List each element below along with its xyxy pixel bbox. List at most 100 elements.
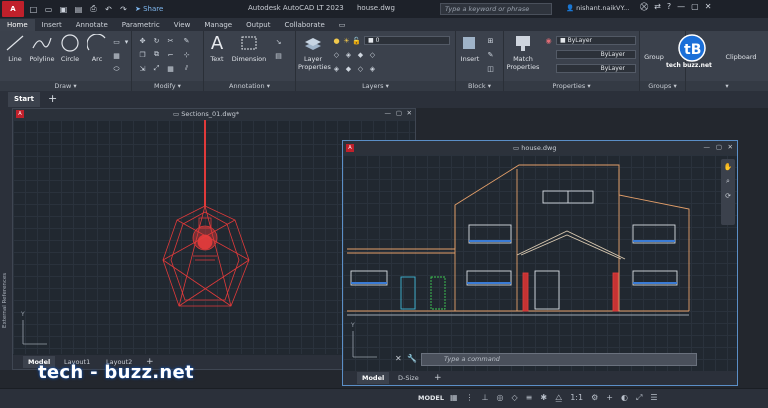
zoom-icon[interactable]: ⌕	[721, 177, 735, 186]
tab-home[interactable]: Home	[0, 19, 35, 31]
undo-icon[interactable]: ↶	[103, 4, 114, 15]
layer-tool-5-icon[interactable]: ◈	[332, 64, 341, 73]
right-restore-icon[interactable]: ▢	[716, 143, 722, 151]
rectangle-icon[interactable]: ▭	[112, 37, 121, 46]
plus-icon[interactable]: +	[606, 393, 613, 403]
move-icon[interactable]: ✥	[138, 36, 147, 45]
ortho-icon[interactable]: ⊥	[482, 393, 489, 403]
copy-icon[interactable]: ❐	[138, 50, 147, 59]
hatch-icon[interactable]: ▦	[112, 51, 121, 60]
color-wheel-icon[interactable]: ◉	[544, 36, 553, 45]
right-tab-model[interactable]: Model	[357, 372, 390, 384]
right-tab-dsize[interactable]: D-Size	[393, 372, 424, 384]
maximize-icon[interactable]: ▢	[691, 2, 699, 12]
right-minimize-icon[interactable]: —	[704, 143, 711, 151]
osnap-icon[interactable]: ◇	[512, 393, 518, 403]
erase-icon[interactable]: ✎	[182, 36, 191, 45]
ellipse-icon[interactable]: ⬭	[112, 65, 121, 74]
print-icon[interactable]: ⎙	[88, 4, 99, 15]
new-icon[interactable]: □	[28, 4, 39, 15]
save-as-icon[interactable]: ▤	[73, 4, 84, 15]
fillet-icon[interactable]: ⌐	[166, 50, 175, 59]
annotation-scale-icon[interactable]: ⧋	[555, 393, 562, 403]
polar-icon[interactable]: ◎	[497, 393, 504, 403]
tab-collaborate[interactable]: Collaborate	[277, 19, 331, 31]
lineweight-icon[interactable]: ≡	[526, 393, 533, 403]
array-icon[interactable]: ▦	[166, 64, 175, 73]
left-minimize-icon[interactable]: —	[385, 109, 392, 117]
trim-icon[interactable]: ✂	[166, 36, 175, 45]
new-tab-icon[interactable]: +	[48, 92, 57, 105]
explode-icon[interactable]: ⊹	[182, 50, 191, 59]
command-input[interactable]: Type a command	[421, 353, 697, 366]
tab-output[interactable]: Output	[239, 19, 277, 31]
clipboard-panel-label[interactable]: ▾	[686, 81, 768, 91]
layer-tool-7-icon[interactable]: ◇	[356, 64, 365, 73]
rotate-icon[interactable]: ↻	[152, 36, 161, 45]
circle-button[interactable]: Circle	[58, 33, 82, 63]
exchange-icon[interactable]: ⇄	[654, 2, 661, 12]
create-block-icon[interactable]: ⊞	[486, 36, 495, 45]
layer-tool-6-icon[interactable]: ◆	[344, 64, 353, 73]
layer-tool-3-icon[interactable]: ◆	[356, 50, 365, 59]
match-properties-button[interactable]: Match Properties	[506, 33, 540, 71]
open-icon[interactable]: ▭	[43, 4, 54, 15]
grid-icon[interactable]: ▦	[450, 393, 458, 403]
settings-icon[interactable]: ⚙	[591, 393, 598, 403]
menu-icon[interactable]: ☰	[650, 393, 657, 403]
fullscreen-icon[interactable]: ⤢	[636, 393, 642, 403]
save-icon[interactable]: ▣	[58, 4, 69, 15]
tab-annotate[interactable]: Annotate	[69, 19, 115, 31]
text-button[interactable]: A Text	[206, 33, 228, 64]
help-icon[interactable]: ?	[667, 2, 671, 12]
groups-panel-label[interactable]: Groups ▾	[640, 81, 685, 91]
lineweight-dropdown[interactable]: ByLayer	[556, 50, 636, 59]
block-attribute-icon[interactable]: ◫	[486, 64, 495, 73]
layer-lock-icon[interactable]: 🔓	[352, 36, 361, 45]
tab-insert[interactable]: Insert	[35, 19, 69, 31]
tab-start[interactable]: Start	[8, 92, 40, 107]
search-input[interactable]: Type a keyword or phrase	[440, 3, 552, 15]
layers-panel-label[interactable]: Layers ▾	[296, 81, 455, 91]
layer-properties-button[interactable]: Layer Properties	[298, 33, 331, 71]
layer-tool-1-icon[interactable]: ◇	[332, 50, 341, 59]
tab-manage[interactable]: Manage	[197, 19, 239, 31]
table-icon[interactable]: ▤	[274, 51, 283, 60]
layer-on-icon[interactable]: ●	[332, 36, 341, 45]
annotation-panel-label[interactable]: Annotation ▾	[204, 81, 295, 91]
external-references-strip[interactable]: External References	[0, 108, 12, 370]
modify-panel-label[interactable]: Modify ▾	[132, 81, 203, 91]
block-panel-label[interactable]: Block ▾	[456, 81, 503, 91]
close-command-icon[interactable]: ✕	[395, 354, 402, 363]
mirror-icon[interactable]: ⧉	[152, 50, 161, 59]
tab-view[interactable]: View	[167, 19, 198, 31]
house-drawing-window[interactable]: A ▭ house.dwg — ▢ ✕ Y ✋ ⌕ ⟳ ✕ 🔧 Type a c…	[342, 140, 738, 386]
model-space-button[interactable]: MODEL	[418, 394, 444, 402]
leader-icon[interactable]: ↘	[274, 37, 283, 46]
dimension-button[interactable]: Dimension	[230, 33, 268, 63]
draw-more-icon[interactable]: ▾	[122, 37, 131, 46]
layer-freeze-icon[interactable]: ☀	[342, 36, 351, 45]
annotation-visibility-icon[interactable]: ✱	[540, 393, 547, 403]
tab-parametric[interactable]: Parametric	[115, 19, 167, 31]
right-add-layout-icon[interactable]: +	[429, 372, 447, 384]
line-button[interactable]: Line	[4, 33, 26, 63]
group-button[interactable]: Group	[642, 53, 666, 61]
navigation-bar[interactable]: ✋ ⌕ ⟳	[721, 159, 735, 225]
properties-panel-label[interactable]: Properties ▾	[504, 81, 639, 91]
customize-icon[interactable]: 🔧	[407, 354, 417, 363]
right-close-icon[interactable]: ✕	[728, 143, 733, 151]
minimize-icon[interactable]: —	[677, 2, 685, 12]
draw-panel-label[interactable]: Draw ▾	[0, 81, 131, 91]
redo-icon[interactable]: ↷	[118, 4, 129, 15]
isolate-icon[interactable]: ◐	[621, 393, 628, 403]
pan-icon[interactable]: ✋	[721, 163, 735, 171]
user-account[interactable]: 👤 nishant.naikVY...	[566, 4, 629, 12]
polyline-button[interactable]: Polyline	[28, 33, 56, 63]
stretch-icon[interactable]: ⇲	[138, 64, 147, 73]
linetype-dropdown[interactable]: ByLayer	[556, 64, 636, 73]
tab-overflow[interactable]: ▭	[332, 19, 353, 31]
application-menu-button[interactable]: A	[2, 1, 24, 17]
orbit-icon[interactable]: ⟳	[721, 192, 735, 200]
layer-tool-8-icon[interactable]: ◈	[368, 64, 377, 73]
